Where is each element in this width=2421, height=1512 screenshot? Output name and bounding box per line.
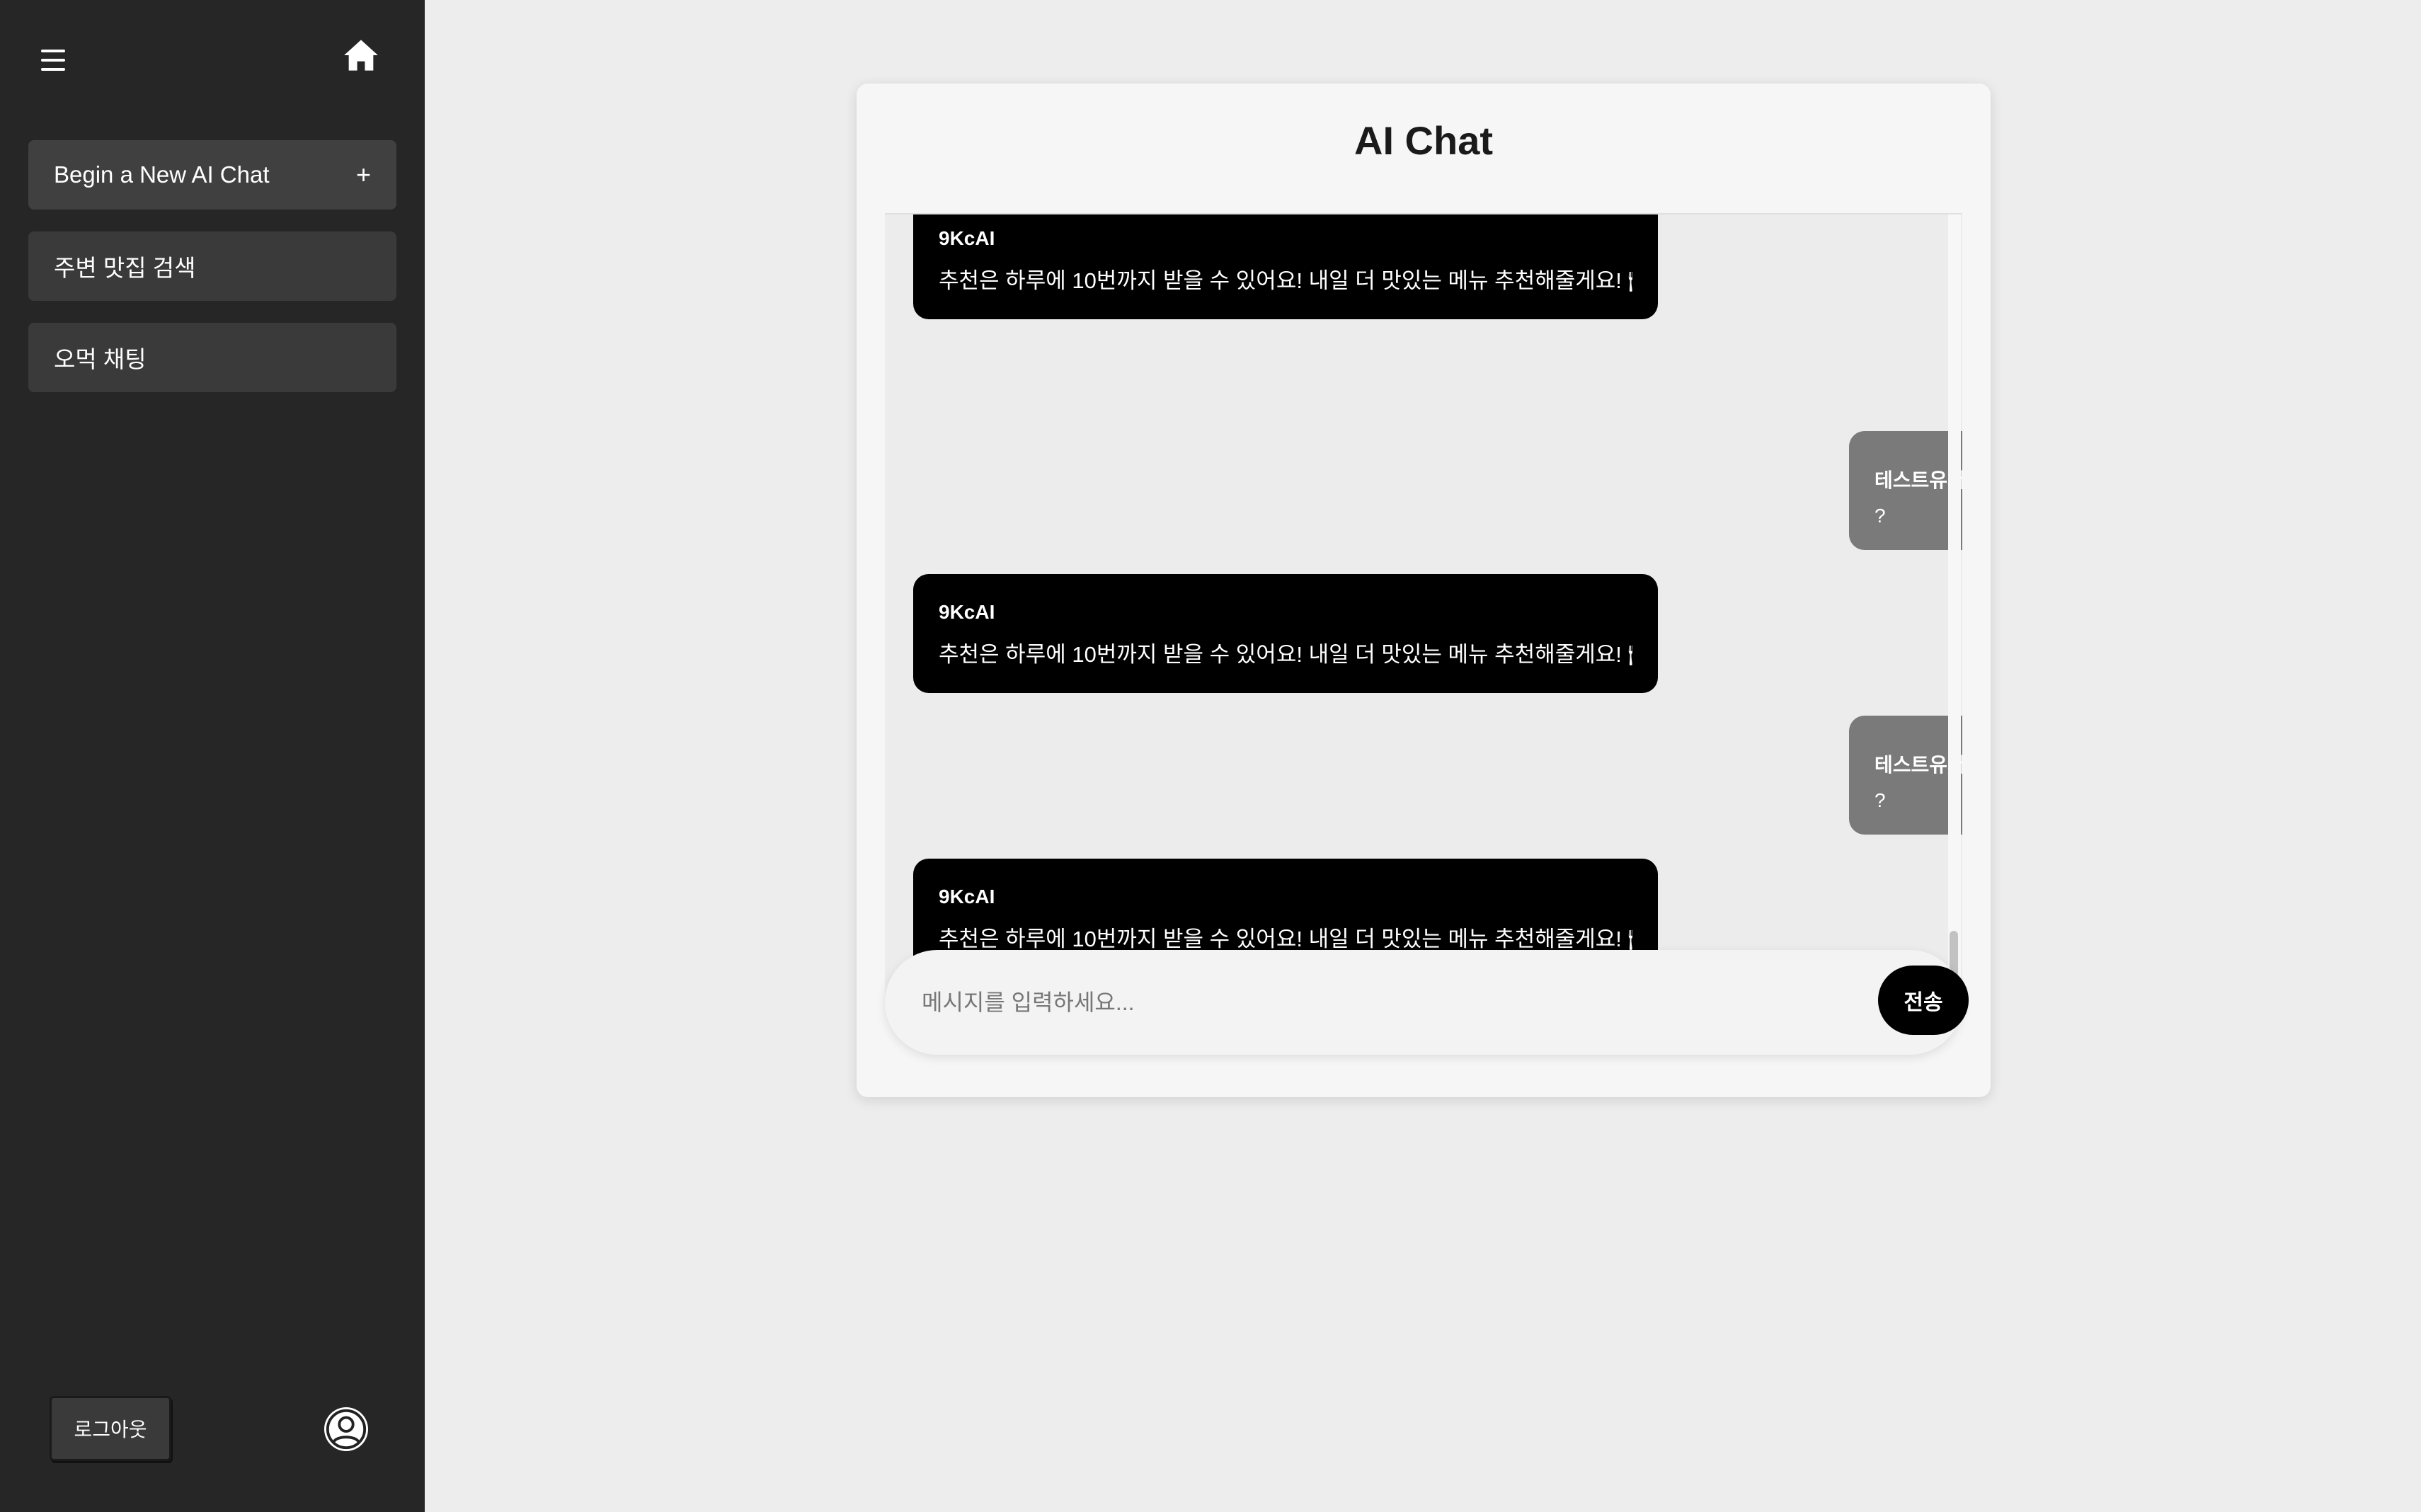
hamburger-icon[interactable] — [41, 50, 65, 71]
ai-message: 9KcAI 추천은 하루에 10번까지 받을 수 있어요! 내일 더 맛있는 메… — [913, 574, 1658, 693]
message-sender: 9KcAI — [939, 227, 995, 249]
sidebar-item-omeok-chat[interactable]: 오먹 채팅 — [28, 323, 396, 392]
message-sender: 9KcAI — [939, 886, 995, 907]
message-text: ? — [1875, 505, 1886, 527]
sidebar-item-restaurant-search[interactable]: 주변 맛집 검색 — [28, 231, 396, 301]
user-message: 테스트유저1 ? — [1849, 716, 1962, 835]
logout-button[interactable]: 로그아웃 — [50, 1396, 171, 1461]
message-list[interactable]: 9KcAI 추천은 하루에 10번까지 받을 수 있어요! 내일 더 맛있는 메… — [885, 214, 1962, 1007]
message-text: 추천은 하루에 10번까지 받을 수 있어요! 내일 더 맛있는 메뉴 추천해줄… — [939, 268, 1632, 293]
new-chat-label: Begin a New AI Chat — [54, 161, 270, 188]
message-text: ? — [1875, 789, 1886, 811]
sidebar-item-label: 주변 맛집 검색 — [54, 255, 196, 281]
page-title: AI Chat — [1354, 118, 1493, 163]
message-text: 추천은 하루에 10번까지 받을 수 있어요! 내일 더 맛있는 메뉴 추천해줄… — [939, 642, 1632, 667]
new-chat-button[interactable]: Begin a New AI Chat + — [28, 140, 396, 210]
sidebar: Begin a New AI Chat + 주변 맛집 검색 오먹 채팅 로그아… — [0, 0, 425, 1512]
home-icon[interactable] — [343, 38, 379, 72]
ai-message: 9KcAI 추천은 하루에 10번까지 받을 수 있어요! 내일 더 맛있는 메… — [913, 214, 1658, 319]
send-button[interactable]: 전송 — [1878, 966, 1969, 1035]
user-circle-icon[interactable] — [324, 1407, 368, 1451]
message-sender: 9KcAI — [939, 601, 995, 623]
message-text: 추천은 하루에 10번까지 받을 수 있어요! 내일 더 맛있는 메뉴 추천해줄… — [939, 927, 1632, 951]
plus-icon: + — [355, 160, 371, 189]
user-message: 테스트유저1 ? — [1849, 431, 1962, 550]
chat-card: AI Chat 9KcAI 추천은 하루에 10번까지 받을 수 있어요! 내일… — [857, 84, 1991, 1097]
message-composer: 전송 — [885, 950, 1969, 1055]
scrollbar[interactable] — [1948, 214, 1961, 1007]
sidebar-item-label: 오먹 채팅 — [54, 346, 147, 372]
message-input[interactable] — [922, 978, 1842, 1026]
